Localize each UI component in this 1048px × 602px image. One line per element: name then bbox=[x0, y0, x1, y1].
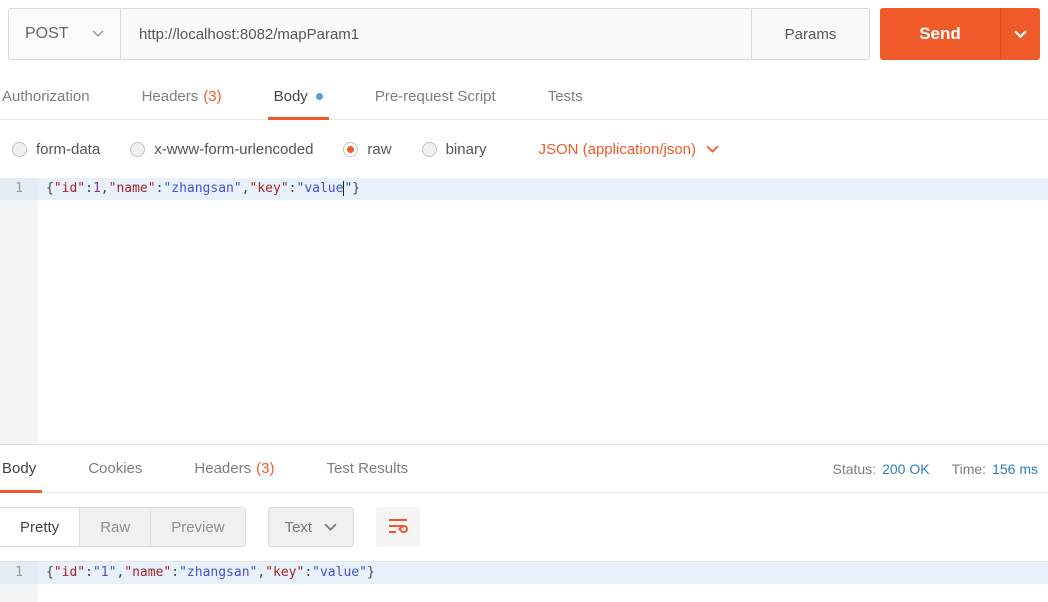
chevron-down-icon bbox=[706, 141, 719, 158]
response-body-editor[interactable]: 1 {"id":"1","name":"zhangsan","key":"val… bbox=[0, 561, 1048, 602]
wrap-text-button[interactable] bbox=[376, 507, 421, 547]
tab-body[interactable]: Body bbox=[267, 74, 330, 120]
tab-pre-request-script[interactable]: Pre-request Script bbox=[369, 74, 502, 119]
send-split-button: Send bbox=[880, 8, 1040, 60]
response-code-area[interactable]: {"id":"1","name":"zhangsan","key":"value… bbox=[38, 562, 1048, 602]
radio-form-data[interactable]: form-data bbox=[12, 141, 100, 158]
radio-icon bbox=[130, 141, 146, 157]
tab-cookies[interactable]: Cookies bbox=[82, 445, 148, 492]
raw-button[interactable]: Raw bbox=[80, 508, 152, 546]
preview-button[interactable]: Preview bbox=[151, 508, 245, 546]
pretty-button[interactable]: Pretty bbox=[0, 508, 81, 546]
radio-raw[interactable]: raw bbox=[343, 141, 392, 158]
request-bar: POST Params Send bbox=[0, 0, 1048, 60]
line-number-gutter: 1 bbox=[0, 178, 38, 444]
body-content-dot-icon bbox=[315, 93, 323, 100]
line-number-gutter: 1 bbox=[0, 562, 38, 602]
request-code-area[interactable]: {"id":1,"name":"zhangsan","key":"value"} bbox=[38, 178, 1048, 444]
response-section: Body Cookies Headers (3) Test Results St… bbox=[0, 444, 1048, 602]
method-select[interactable]: POST bbox=[9, 9, 121, 59]
radio-selected-icon bbox=[343, 141, 359, 157]
radio-urlencoded[interactable]: x-www-form-urlencoded bbox=[130, 141, 313, 158]
response-tabs: Body Cookies Headers (3) Test Results St… bbox=[0, 445, 1048, 493]
time-label: Time: bbox=[951, 460, 987, 477]
method-label: POST bbox=[25, 25, 69, 42]
status-value: 200 OK bbox=[882, 460, 930, 477]
radio-icon bbox=[12, 141, 27, 157]
status-label: Status: bbox=[832, 460, 877, 477]
send-options-button[interactable] bbox=[1000, 8, 1040, 60]
chevron-down-icon bbox=[324, 519, 337, 536]
send-button[interactable]: Send bbox=[880, 8, 1000, 60]
tab-test-results[interactable]: Test Results bbox=[320, 445, 414, 492]
response-headers-count-badge: (3) bbox=[256, 460, 275, 477]
request-body-editor[interactable]: 1 {"id":1,"name":"zhangsan","key":"value… bbox=[0, 178, 1048, 444]
radio-binary[interactable]: binary bbox=[421, 141, 486, 158]
radio-icon bbox=[421, 141, 437, 157]
request-code-line: {"id":1,"name":"zhangsan","key":"value"} bbox=[38, 178, 1048, 200]
response-code-line: {"id":"1","name":"zhangsan","key":"value… bbox=[38, 562, 1048, 584]
view-mode-group: Pretty Raw Preview bbox=[0, 507, 246, 547]
body-type-row: form-data x-www-form-urlencoded raw bina… bbox=[0, 120, 1048, 178]
tab-authorization[interactable]: Authorization bbox=[0, 74, 96, 119]
tab-response-headers[interactable]: Headers (3) bbox=[188, 445, 280, 492]
time-value: 156 ms bbox=[992, 460, 1038, 477]
tab-headers[interactable]: Headers (3) bbox=[136, 74, 228, 119]
tab-response-body[interactable]: Body bbox=[0, 445, 43, 493]
request-tabs: Authorization Headers (3) Body Pre-reque… bbox=[0, 74, 1048, 120]
chevron-down-icon bbox=[1014, 27, 1027, 42]
response-status-bar: Status: 200 OK Time: 156 ms bbox=[833, 445, 1038, 492]
content-type-dropdown[interactable]: JSON (application/json) bbox=[538, 141, 719, 158]
tab-tests[interactable]: Tests bbox=[542, 74, 589, 119]
response-toolbar: Pretty Raw Preview Text bbox=[0, 493, 1048, 561]
format-dropdown[interactable]: Text bbox=[267, 507, 355, 547]
wrap-text-icon bbox=[388, 518, 409, 537]
params-button[interactable]: Params bbox=[751, 9, 869, 59]
headers-count-badge: (3) bbox=[203, 88, 222, 105]
url-input[interactable] bbox=[121, 9, 751, 59]
chevron-down-icon bbox=[92, 25, 104, 43]
url-composite: POST Params bbox=[8, 8, 870, 60]
